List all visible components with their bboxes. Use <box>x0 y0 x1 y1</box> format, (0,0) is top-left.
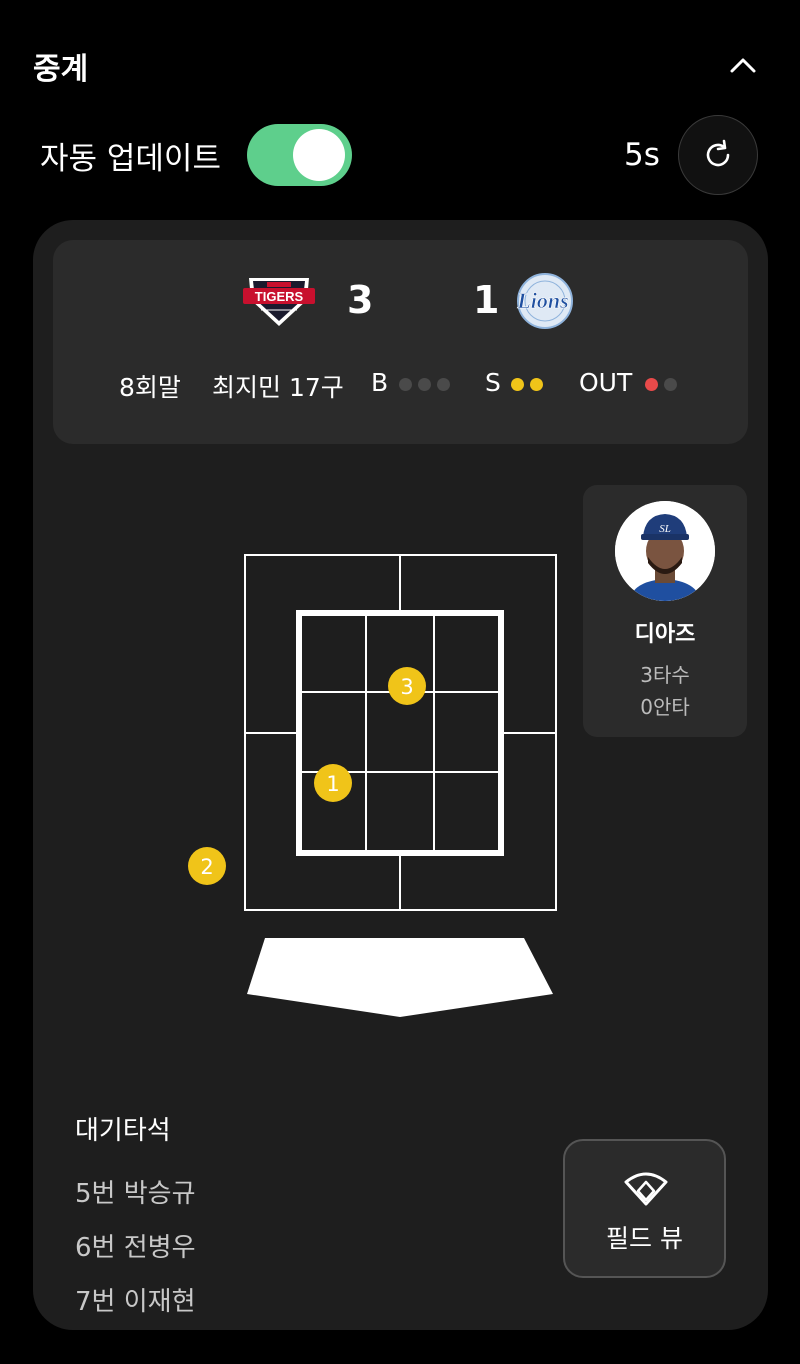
home-score: 3 <box>347 278 374 322</box>
strike-zone: 3 1 2 <box>188 554 557 1017</box>
ball-dot <box>437 378 450 391</box>
field-view-button[interactable]: 필드 뷰 <box>563 1139 726 1278</box>
on-deck-title: 대기타석 <box>75 1116 171 1146</box>
outs-label: OUT <box>579 368 633 397</box>
section-header: 중계 <box>0 0 800 120</box>
svg-text:2: 2 <box>200 855 213 879</box>
out-dot <box>664 378 677 391</box>
svg-text:Lions: Lions <box>516 288 568 313</box>
batter-hits: 0안타 <box>640 695 690 719</box>
auto-update-label: 자동 업데이트 <box>40 141 221 177</box>
svg-text:1: 1 <box>326 772 339 796</box>
toggle-knob <box>293 129 345 181</box>
balls-label: B <box>371 368 389 397</box>
inning: 8회말 <box>119 373 181 402</box>
field-view-label: 필드 뷰 <box>606 1224 683 1253</box>
on-deck-player: 7번 이재현 <box>75 1287 196 1317</box>
lions-logo: Lions <box>516 273 573 329</box>
svg-text:3: 3 <box>400 675 413 699</box>
baseball-field-icon <box>624 1172 668 1206</box>
svg-text:SL: SL <box>659 523 671 535</box>
update-interval: 5s <box>624 137 660 173</box>
refresh-icon <box>706 139 730 167</box>
tigers-logo: TIGERS <box>243 278 315 326</box>
live-card: TIGERS 3 1 Lions 8회말 최지민 17구 B S OUT 3 1… <box>33 220 768 1330</box>
ball-dot <box>418 378 431 391</box>
away-score: 1 <box>473 278 500 322</box>
on-deck-player: 5번 박승규 <box>75 1179 196 1209</box>
on-deck-player: 6번 전병우 <box>75 1233 196 1263</box>
strikes-label: S <box>485 368 501 397</box>
batter-avatar: SL <box>615 501 715 601</box>
chevron-up-icon[interactable] <box>728 50 758 80</box>
on-deck-list: 대기타석 5번 박승규 6번 전병우 7번 이재현 <box>75 1110 196 1335</box>
section-title: 중계 <box>33 52 89 87</box>
game-status: 8회말 최지민 17구 B S OUT <box>53 366 748 402</box>
batter-name: 디아즈 <box>634 622 696 647</box>
batter-card[interactable]: SL 디아즈 3타수 0안타 <box>583 485 747 737</box>
auto-update-toggle[interactable] <box>247 124 352 186</box>
strike-dot <box>530 378 543 391</box>
pitcher-info: 최지민 17구 <box>212 373 344 402</box>
pitch-marker: 1 <box>314 764 352 802</box>
svg-text:TIGERS: TIGERS <box>255 289 304 304</box>
auto-update-row: 자동 업데이트 5s <box>0 115 800 195</box>
scoreboard: TIGERS 3 1 Lions 8회말 최지민 17구 B S OUT <box>53 240 748 444</box>
pitch-marker: 2 <box>188 847 226 885</box>
out-dot <box>645 378 658 391</box>
batter-at-bats: 3타수 <box>640 663 690 687</box>
strike-dot <box>511 378 524 391</box>
pitch-marker: 3 <box>388 667 426 705</box>
ball-dot <box>399 378 412 391</box>
refresh-button[interactable] <box>678 115 758 195</box>
home-plate <box>247 938 553 1017</box>
